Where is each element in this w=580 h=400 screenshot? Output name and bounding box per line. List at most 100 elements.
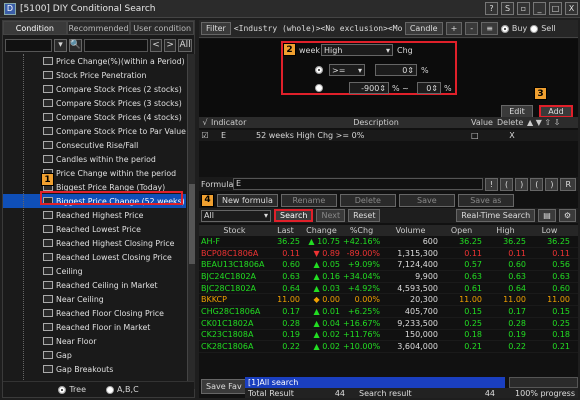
abc-radio[interactable]: A,B,C [106, 385, 139, 394]
col-stock[interactable]: Stock [199, 226, 271, 235]
tab-user-condition[interactable]: User condition [130, 21, 195, 35]
candle-button[interactable]: Candle [404, 22, 443, 35]
sell-radio[interactable]: Sell [530, 24, 556, 33]
all-button[interactable]: All [178, 38, 192, 52]
buy-radio[interactable]: Buy [500, 24, 527, 33]
tree-item[interactable]: Stock Price Penetration [3, 68, 186, 82]
col-pctchg[interactable]: %Chg [343, 226, 383, 235]
col-last[interactable]: Last [271, 226, 303, 235]
reset-button[interactable]: Reset [348, 209, 381, 222]
market-select[interactable]: All ▾ [201, 209, 271, 222]
open-paren-button[interactable]: ( [499, 177, 514, 191]
col-high[interactable]: High [485, 226, 529, 235]
new-formula-button[interactable]: New formula [217, 193, 278, 207]
table-row[interactable]: BCP08C1806A 0.11 ▼ 0.89 -89.00% 1,315,300 0.1… [199, 248, 578, 260]
add-filter-button[interactable]: + [445, 22, 463, 35]
table-row[interactable]: AH-F 36.25 ▲ 10.75 +42.16% 600 36.25 36.25 36.2… [199, 236, 578, 248]
low-input[interactable]: -900 ⇕ [349, 82, 389, 94]
value-checkbox[interactable]: □ [471, 131, 497, 140]
tree-item[interactable]: Price Change within the period [3, 166, 186, 180]
tree-item[interactable]: Compare Stock Prices (2 stocks) [3, 82, 186, 96]
table-row[interactable]: BEAU13C1806A 0.60 ▲ 0.05 +9.09% 7,124,400 0.5… [199, 259, 578, 272]
tree-item[interactable]: Compare Stock Prices (3 stocks) [3, 96, 186, 110]
tree-item[interactable]: Compare Stock Prices (4 stocks) [3, 110, 186, 124]
search-input[interactable] [83, 38, 149, 52]
open-paren-button-2[interactable]: ( [530, 177, 544, 191]
table-row[interactable]: CK28C1806A 0.22 ▲ 0.02 +10.00% 3,604,000 0.21… [199, 341, 578, 353]
operator-select[interactable]: >= ▾ [329, 64, 365, 76]
tree-item[interactable]: Reached Highest Closing Price [3, 236, 186, 250]
col-low[interactable]: Low [529, 226, 573, 235]
field-select[interactable]: High ▾ [321, 44, 393, 56]
settings-button[interactable]: S [501, 2, 514, 15]
settings-icon[interactable]: ⚙ [558, 209, 576, 222]
dropdown-icon[interactable]: ▾ [54, 38, 67, 52]
close-paren-button[interactable]: ) [515, 177, 529, 191]
col-open[interactable]: Open [441, 226, 485, 235]
indicator-row[interactable]: ☑ E 52 weeks High Chg >= 0% □ X [199, 130, 578, 141]
tree-item[interactable]: Ceiling [3, 264, 186, 278]
remove-filter-button[interactable]: - [465, 22, 479, 35]
tree-item[interactable]: Gap Breakouts [3, 362, 186, 376]
window-title: [5100] DIY Conditional Search [20, 3, 156, 14]
tree-item[interactable]: Gap [3, 348, 186, 362]
tree-item[interactable]: Reached Floor in Market [3, 320, 186, 334]
realtime-search-button[interactable]: Real-Time Search [456, 209, 536, 222]
range-radio-1[interactable] [315, 66, 323, 74]
next-button[interactable]: > [164, 38, 177, 52]
table-row[interactable]: BJC24C1802A 0.63 ▲ 0.16 +34.04% 9,900 0.63 0.6… [199, 271, 578, 283]
tree-item[interactable]: Candles within the period [3, 152, 186, 166]
prev-button[interactable]: < [150, 38, 163, 52]
chart-icon[interactable]: ▤ [538, 209, 556, 222]
not-button[interactable]: ! [484, 177, 498, 191]
restore-icon[interactable]: ▫ [517, 2, 530, 15]
tree-item[interactable]: Near Floor [3, 334, 186, 348]
save-as-button[interactable]: Save as [457, 193, 514, 207]
reset-formula-button[interactable]: R [560, 177, 577, 191]
next-button[interactable]: Next [316, 209, 346, 222]
tree-item[interactable]: Near Ceiling [3, 292, 186, 306]
tree-item[interactable]: Consecutive Rise/Fall [3, 138, 186, 152]
tree-item[interactable]: Reached Floor Closing Price [3, 306, 186, 320]
tab-condition[interactable]: Condition [3, 21, 67, 35]
tab-recommended[interactable]: Recommended [66, 21, 131, 35]
search-button[interactable]: Search [274, 209, 314, 222]
tree-item[interactable]: Reached Lowest Closing Price [3, 250, 186, 264]
table-row[interactable]: BJC28C1802A 0.64 ▲ 0.03 +4.92% 4,593,500 0.61… [199, 283, 578, 295]
save-fav-button[interactable]: Save Fav [201, 379, 247, 394]
sort-arrows-icon[interactable]: ▲ ▼ ⇧ ⇩ [527, 118, 567, 127]
tree-item-label: Gap [56, 350, 72, 360]
table-row[interactable]: CHG28C1806A 0.17 ▲ 0.01 +6.25% 405,700 0.15 0.… [199, 306, 578, 318]
category-select[interactable] [5, 38, 53, 52]
table-row[interactable]: CK01C1802A 0.28 ▲ 0.04 +16.67% 9,233,500 0.25… [199, 318, 578, 330]
close-button[interactable]: X [565, 2, 578, 15]
rename-button[interactable]: Rename [280, 193, 337, 207]
help-button[interactable]: ? [485, 2, 498, 15]
tree-item[interactable]: Price Change(%)(within a Period) [3, 54, 186, 68]
maximize-button[interactable]: □ [549, 2, 562, 15]
tree-item[interactable]: Compare Stock Price to Par Value [3, 124, 186, 138]
tree-radio[interactable]: Tree [58, 385, 86, 394]
tree-item[interactable]: Reached Ceiling in Market [3, 278, 186, 292]
search-icon[interactable]: 🔍 [68, 38, 82, 52]
scroll-thumb[interactable] [189, 184, 195, 264]
row-checkbox[interactable]: ☑ [199, 131, 211, 140]
value-input-1[interactable]: 0 ⇕ [375, 64, 417, 76]
col-volume[interactable]: Volume [383, 226, 441, 235]
delete-formula-button[interactable]: Delete [339, 193, 396, 207]
high-input[interactable]: 0 ⇕ [417, 82, 441, 94]
col-change[interactable]: Change [303, 226, 343, 235]
range-radio-2[interactable] [315, 84, 323, 92]
tree-item[interactable]: Reached Lowest Price [3, 222, 186, 236]
settings-icon[interactable]: ≡ [481, 22, 498, 35]
tree-scrollbar[interactable] [187, 54, 195, 389]
table-row[interactable]: BKKCP 11.00 ◆ 0.00 0.00% 20,300 11.00 11.00 11.… [199, 294, 578, 307]
formula-input[interactable]: E [233, 178, 483, 190]
minimize-button[interactable]: _ [533, 2, 546, 15]
delete-icon[interactable]: X [497, 131, 527, 140]
table-row[interactable]: CK23C1808A 0.19 ▲ 0.02 +11.76% 150,000 0.18 0.… [199, 330, 578, 342]
save-button[interactable]: Save [398, 193, 455, 207]
close-paren-button-2[interactable]: ) [545, 177, 559, 191]
tree-item[interactable]: Reached Highest Price [3, 208, 186, 222]
filter-button[interactable]: Filter [201, 22, 231, 35]
